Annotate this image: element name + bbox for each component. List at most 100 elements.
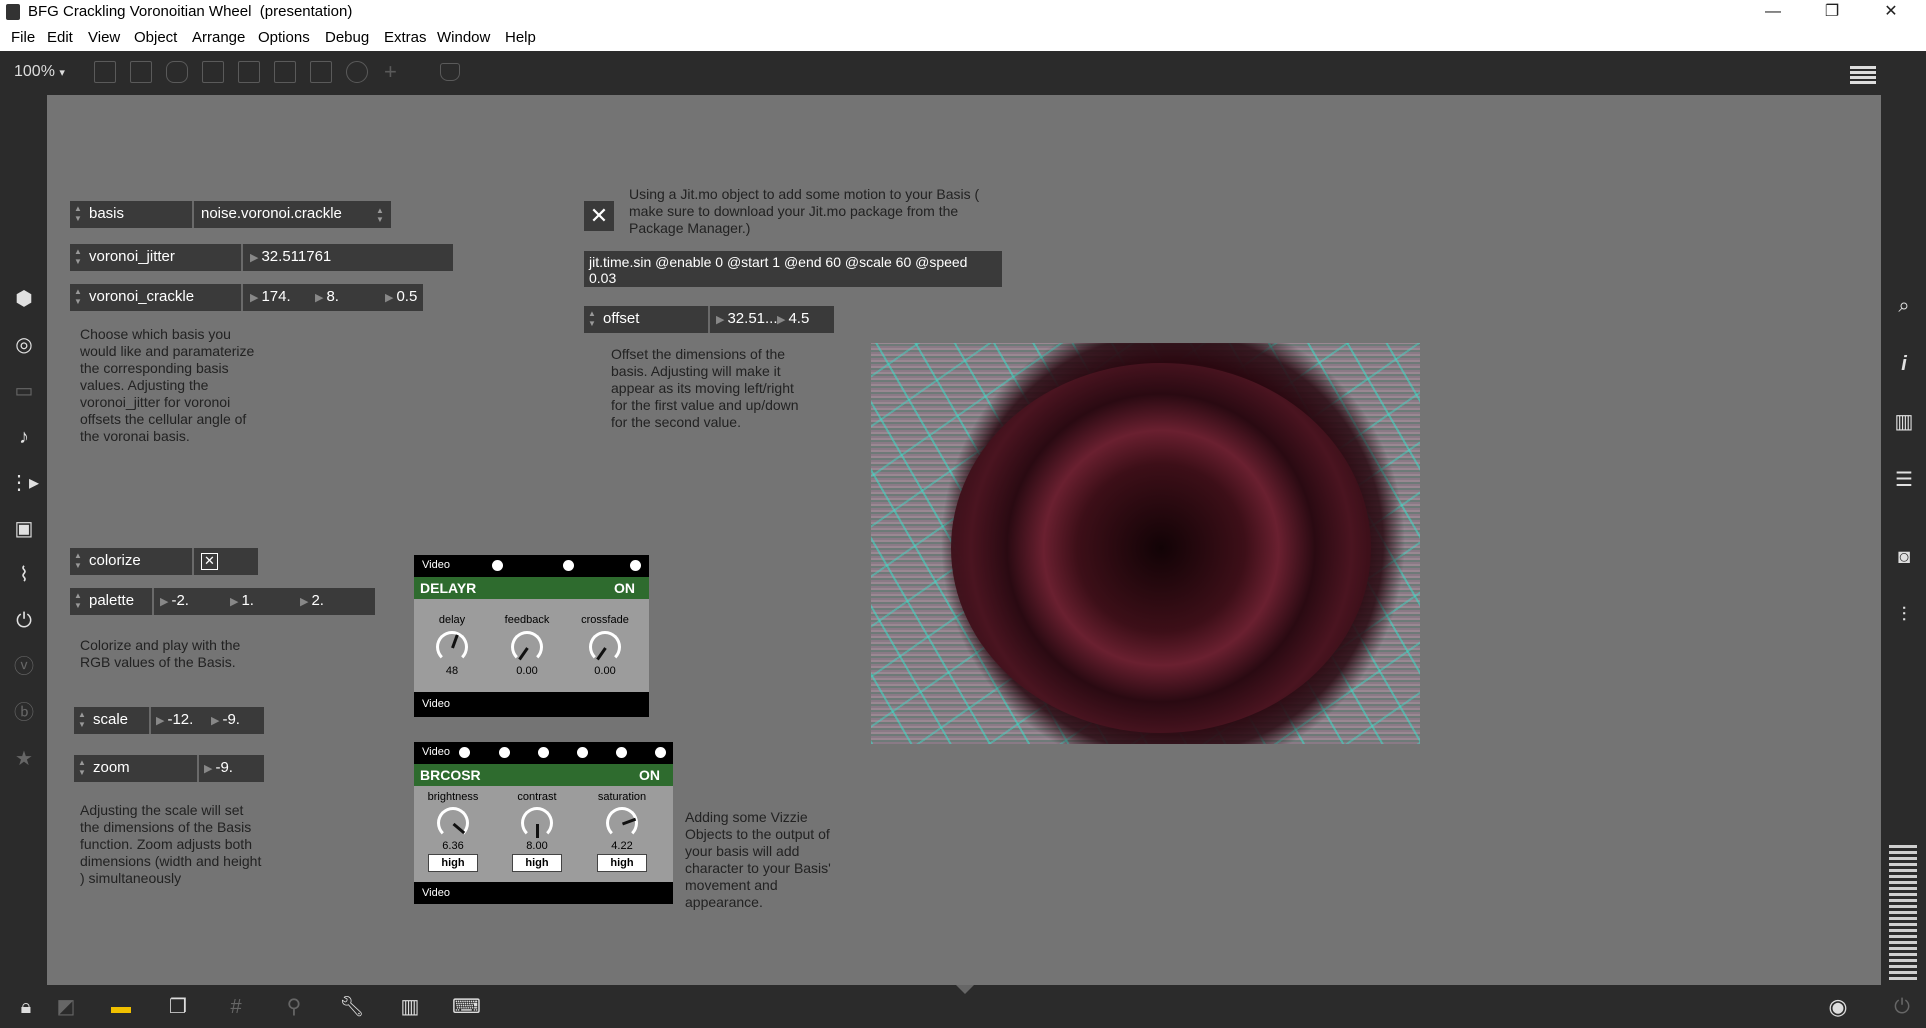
add-object-icon[interactable]: + [384, 61, 397, 83]
inlet-port[interactable] [538, 747, 549, 758]
music-note-icon[interactable]: ♪ [9, 422, 39, 452]
menu-window[interactable]: Window [437, 29, 490, 46]
star-icon[interactable]: ★ [9, 744, 39, 774]
collapse-handle-icon[interactable] [956, 985, 974, 994]
dial-object-icon[interactable] [346, 61, 368, 83]
zoom-dropdown[interactable]: 100% ▾ [14, 63, 65, 81]
paint-bucket-icon[interactable] [440, 63, 460, 81]
inlet-port[interactable] [630, 560, 641, 571]
button-object-icon[interactable] [238, 61, 260, 83]
paperclip-icon[interactable]: ⌇ [9, 560, 39, 590]
palette-attrui[interactable]: ▲ ▼ palette ▶ -2. ▶ 1. ▶ 2. [70, 588, 375, 615]
delayr-on-toggle[interactable]: ON [614, 580, 635, 596]
voronoi-crackle-attrui[interactable]: ▲ ▼ voronoi_crackle ▶ 174. ▶ 8. ▶ 0.5 [70, 284, 423, 311]
voronoi-crackle-value-2[interactable]: ▶ 8. [315, 288, 339, 305]
play-transport-icon[interactable]: ◉ [1824, 993, 1852, 1021]
windows-icon[interactable]: ❐ [164, 993, 192, 1021]
jit-time-sin-message[interactable]: jit.time.sin @enable 0 @start 1 @end 60 … [584, 251, 1002, 287]
wrench-icon[interactable]: 🔧︎ [338, 993, 366, 1021]
cube-icon[interactable]: ⬢ [9, 284, 39, 314]
menu-extras[interactable]: Extras [384, 29, 427, 46]
zoom-attrui[interactable]: ▲ ▼ zoom ▶ -9. [74, 755, 264, 782]
inlet-port[interactable] [577, 747, 588, 758]
menu-view[interactable]: View [88, 29, 120, 46]
crossfade-knob[interactable] [589, 631, 621, 663]
menu-help[interactable]: Help [505, 29, 536, 46]
presentation-mode-icon[interactable]: ▬ [107, 993, 135, 1021]
contrast-knob[interactable] [521, 807, 553, 839]
contrast-mode-button[interactable]: high [512, 854, 562, 872]
camera-icon[interactable]: ◙ [1889, 542, 1919, 572]
info-icon[interactable]: i [1889, 349, 1919, 379]
voronoi-jitter-value[interactable]: ▶ 32.511761 [250, 248, 331, 265]
menu-edit[interactable]: Edit [47, 29, 73, 46]
book-icon[interactable]: ▥ [1889, 407, 1919, 437]
number-object-icon[interactable] [274, 61, 296, 83]
minimize-button[interactable]: — [1744, 0, 1802, 25]
palette-value-1[interactable]: ▶ -2. [160, 592, 189, 609]
object-box-icon[interactable] [94, 61, 116, 83]
saturation-mode-button[interactable]: high [597, 854, 647, 872]
inlet-port[interactable] [459, 747, 470, 758]
edit-mode-icon[interactable]: ◩ [52, 993, 80, 1021]
palette-value-2[interactable]: ▶ 1. [230, 592, 254, 609]
plug-icon[interactable]: ⏻ [9, 606, 39, 636]
sequence-icon[interactable]: ⋮▸ [9, 468, 39, 498]
voronoi-jitter-attrui[interactable]: ▲ ▼ voronoi_jitter ▶ 32.511761 [70, 244, 453, 271]
vimeo-icon[interactable]: ⓥ [9, 652, 39, 682]
piano-icon[interactable]: ▥ [396, 993, 424, 1021]
scale-attrui[interactable]: ▲ ▼ scale ▶ -12. ▶ -9. [74, 707, 264, 734]
connect-icon[interactable]: ⚲ [280, 993, 308, 1021]
palette-value-3[interactable]: ▶ 2. [300, 592, 324, 609]
menu-options[interactable]: Options [258, 29, 310, 46]
close-button[interactable]: ✕ [1862, 0, 1920, 25]
target-icon[interactable]: ◎ [9, 330, 39, 360]
delayr-title-bar[interactable]: DELAYR ON [414, 577, 649, 599]
inlet-port[interactable] [655, 747, 666, 758]
inlet-port[interactable] [492, 560, 503, 571]
jit-pwindow-video-output[interactable] [871, 343, 1420, 744]
brightness-mode-button[interactable]: high [428, 854, 478, 872]
offset-attrui[interactable]: ▲ ▼ offset ▶ 32.51... ▶ 4.5 [584, 306, 834, 333]
saturation-knob[interactable] [606, 807, 638, 839]
brcosr-on-toggle[interactable]: ON [639, 767, 660, 783]
grid-icon[interactable]: # [222, 993, 250, 1021]
inlet-port[interactable] [616, 747, 627, 758]
list-icon[interactable]: ☰ [1889, 465, 1919, 495]
lock-icon[interactable]: 🔒︎ [12, 993, 40, 1021]
brcosr-title-bar[interactable]: BRCOSR ON [414, 764, 673, 786]
basis-attrui[interactable]: ▲ ▼ basis noise.voronoi.crackle ▲ ▼ [70, 201, 391, 228]
zoom-value-1[interactable]: ▶ -9. [204, 759, 233, 776]
scale-value-1[interactable]: ▶ -12. [156, 711, 193, 728]
scale-value-2[interactable]: ▶ -9. [211, 711, 240, 728]
brightness-knob[interactable] [437, 807, 469, 839]
colorize-checkbox[interactable]: ✕ [201, 553, 218, 570]
voronoi-crackle-value-3[interactable]: ▶ 0.5 [385, 288, 417, 305]
toggle-object-icon[interactable] [202, 61, 224, 83]
comment-icon[interactable] [166, 61, 188, 83]
feedback-knob[interactable] [511, 631, 543, 663]
slider-object-icon[interactable] [310, 61, 332, 83]
menu-object[interactable]: Object [134, 29, 177, 46]
delay-knob[interactable] [436, 631, 468, 663]
menu-arrange[interactable]: Arrange [192, 29, 245, 46]
inlet-port[interactable] [563, 560, 574, 571]
image-icon[interactable]: ▣ [9, 514, 39, 544]
film-icon[interactable]: ▭ [9, 376, 39, 406]
colorize-attrui[interactable]: ▲ ▼ colorize ✕ [70, 548, 258, 575]
message-box-icon[interactable] [130, 61, 152, 83]
keyboard-icon[interactable]: ⌨ [452, 993, 481, 1021]
restore-button[interactable]: ❐ [1803, 0, 1861, 25]
offset-value-2[interactable]: ▶ 4.5 [777, 310, 809, 327]
menu-debug[interactable]: Debug [325, 29, 369, 46]
menu-file[interactable]: File [11, 29, 35, 46]
jitmo-toggle[interactable]: ✕ [584, 201, 614, 231]
power-icon[interactable]: ⏻ [1888, 993, 1916, 1021]
basis-value[interactable]: noise.voronoi.crackle [201, 205, 342, 222]
voronoi-crackle-value-1[interactable]: ▶ 174. [250, 288, 291, 305]
offset-value-1[interactable]: ▶ 32.51... [716, 310, 778, 327]
sliders-icon[interactable]: ⫶ [1889, 600, 1919, 630]
grid-view-icon[interactable] [1850, 64, 1876, 84]
inlet-port[interactable] [499, 747, 510, 758]
search-icon[interactable]: ⌕ [1889, 291, 1919, 321]
